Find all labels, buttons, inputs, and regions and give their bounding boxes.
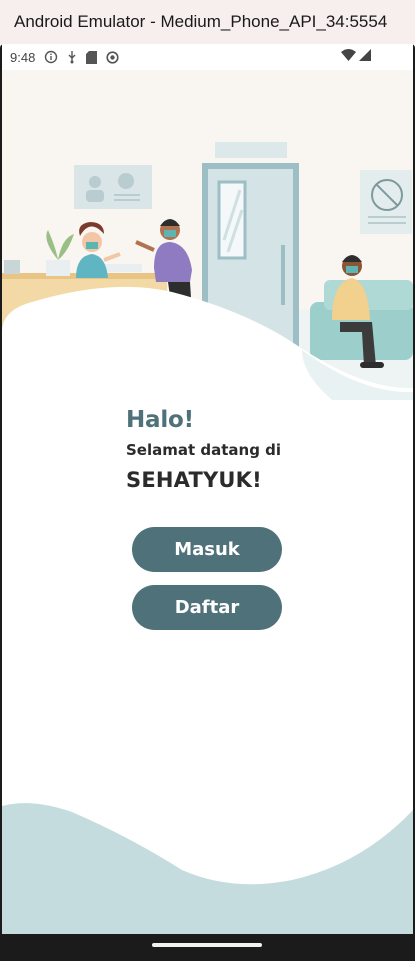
info-icon <box>45 50 58 64</box>
greeting-title: Halo! <box>126 407 194 433</box>
sync-icon <box>106 50 119 64</box>
footer-wave <box>2 803 413 934</box>
status-bar: 9:48 <box>2 44 413 70</box>
signal-icon <box>359 49 371 61</box>
login-button[interactable]: Masuk <box>132 527 282 572</box>
wall-poster-icon <box>74 165 152 209</box>
usb-debug-icon <box>68 51 76 64</box>
welcome-subtitle: Selamat datang di <box>126 441 282 459</box>
no-smoking-sign-icon <box>360 170 412 234</box>
app-name: SEHATYUK! <box>126 468 262 492</box>
device-frame: 9:48 Halo! Selamat datang di SEHATYUK! M… <box>0 44 415 961</box>
status-right-icons <box>341 49 371 61</box>
welcome-section: Halo! Selamat datang di SEHATYUK! <box>126 407 281 492</box>
sd-card-icon <box>86 50 98 64</box>
emulator-title-bar: Android Emulator - Medium_Phone_API_34:5… <box>0 0 415 44</box>
navigation-bar <box>0 934 415 961</box>
wifi-icon <box>341 49 356 61</box>
register-button[interactable]: Daftar <box>132 585 282 630</box>
status-time: 9:48 <box>10 49 36 65</box>
clinic-illustration <box>2 70 413 400</box>
home-gesture-handle[interactable] <box>152 943 262 947</box>
app-screen: 9:48 Halo! Selamat datang di SEHATYUK! M… <box>2 44 413 934</box>
window-title: Android Emulator - Medium_Phone_API_34:5… <box>14 12 388 31</box>
